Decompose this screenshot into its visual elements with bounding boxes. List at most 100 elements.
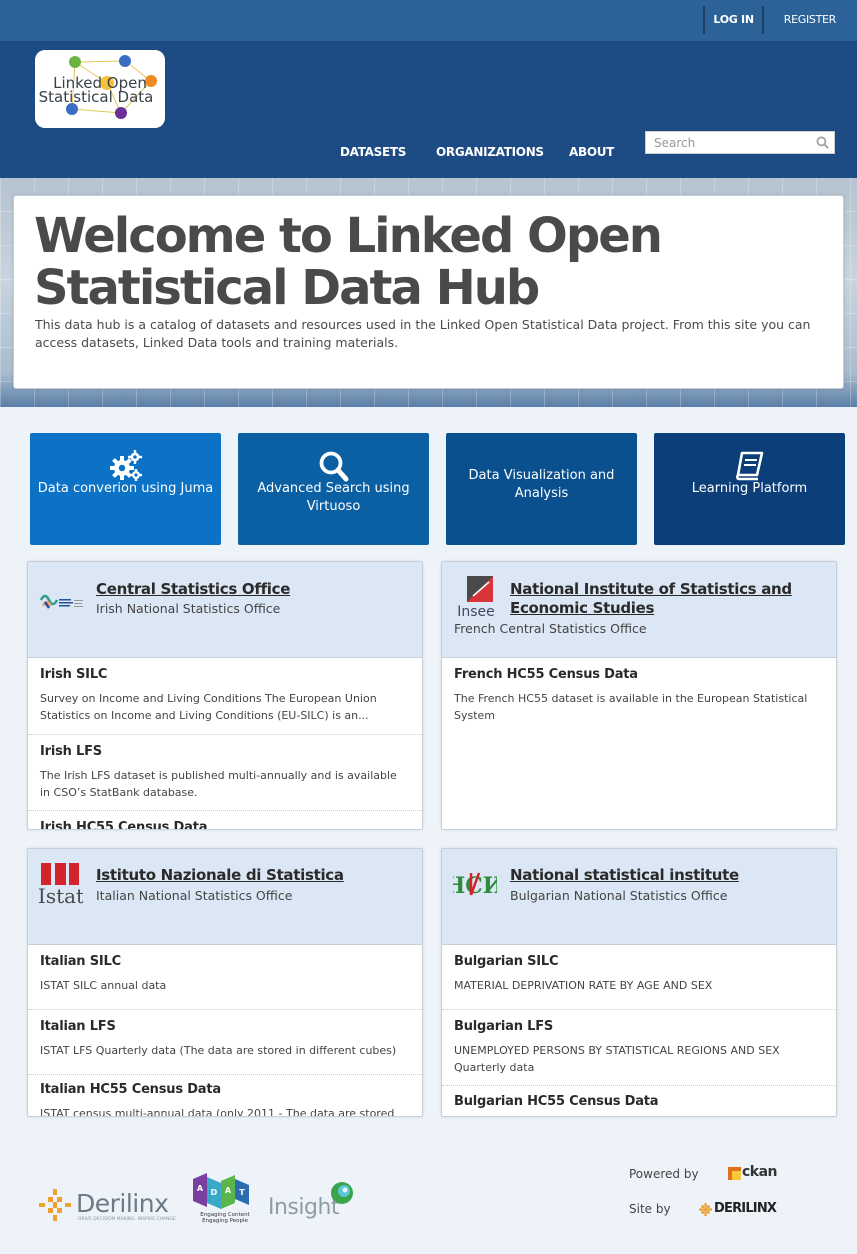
nsi-logo[interactable]: НСИ xyxy=(453,865,497,903)
register-link[interactable]: REGISTER xyxy=(764,6,857,34)
hero: Welcome to Linked Open Statistical Data … xyxy=(0,178,857,407)
istat-logo[interactable]: Istat xyxy=(39,863,83,905)
nav-about[interactable]: ABOUT xyxy=(569,145,614,159)
svg-text:T: T xyxy=(239,1188,245,1197)
masthead: Linked Open Statistical Data DATASETS OR… xyxy=(0,41,857,178)
site-by-label: Site by xyxy=(629,1202,671,1216)
derilinx-small-icon xyxy=(699,1203,712,1216)
book-icon xyxy=(735,451,763,481)
dataset-title[interactable]: French HC55 Census Data xyxy=(454,667,638,682)
dataset-item: French HC55 Census Data The French HC55 … xyxy=(442,658,836,735)
adapt-tagline: Engaging Content Engaging People xyxy=(200,1212,250,1224)
footer: Derilinx DRIVE DECISION MAKING. INSPIRE … xyxy=(0,1143,857,1254)
nav-datasets[interactable]: DATASETS xyxy=(340,145,406,159)
dataset-title[interactable]: Italian LFS xyxy=(40,1019,116,1034)
org-description: Bulgarian National Statistics Office xyxy=(510,888,728,903)
nav-organizations[interactable]: ORGANIZATIONS xyxy=(436,145,544,159)
search-icon[interactable] xyxy=(816,136,829,149)
site-logo[interactable]: Linked Open Statistical Data xyxy=(35,50,165,128)
adapt-partner-logo[interactable]: A D A T Engaging Content Engaging People xyxy=(191,1173,253,1225)
org-card-cso: Central Statistics Office Irish National… xyxy=(27,561,423,830)
dataset-title[interactable]: Bulgarian SILC xyxy=(454,954,559,969)
ckan-icon xyxy=(728,1167,741,1180)
dataset-item: Bulgarian LFS UNEMPLOYED PERSONS BY STAT… xyxy=(442,1010,836,1086)
dataset-description: UNEMPLOYED PERSONS BY STATISTICAL REGION… xyxy=(454,1044,780,1074)
tile-data-visualization[interactable]: Data Visualization and Analysis xyxy=(446,433,637,545)
tile-advanced-search[interactable]: Advanced Search using Virtuoso xyxy=(238,433,429,545)
org-card-istat: Istat Istituto Nazionale di Statistica I… xyxy=(27,848,423,1117)
logo-text-line2: Statistical Data xyxy=(39,88,154,106)
org-card-header: НСИ National statistical institute Bulga… xyxy=(442,849,836,945)
powered-by-label: Powered by xyxy=(629,1167,699,1181)
login-link[interactable]: LOG IN xyxy=(703,6,764,34)
derilinx-name: Derilinx xyxy=(76,1189,169,1218)
tile-label: Advanced Search using Virtuoso xyxy=(257,481,410,514)
hero-text: This data hub is a catalog of datasets a… xyxy=(35,317,811,350)
dataset-item: Bulgarian SILC MATERIAL DEPRIVATION RATE… xyxy=(442,945,836,1010)
tile-label: Data converion using Juma xyxy=(37,481,214,496)
dataset-title[interactable]: Italian HC55 Census Data xyxy=(40,1082,221,1097)
org-name[interactable]: National statistical institute xyxy=(510,866,826,885)
dataset-item: Italian LFS ISTAT LFS Quarterly data (Th… xyxy=(28,1010,422,1075)
dataset-item: Irish LFS The Irish LFS dataset is publi… xyxy=(28,735,422,811)
svg-text:A: A xyxy=(197,1184,204,1193)
derilinx-mark-icon xyxy=(39,1189,71,1221)
org-card-nsi: НСИ National statistical institute Bulga… xyxy=(441,848,837,1117)
org-name[interactable]: Central Statistics Office xyxy=(96,580,412,599)
dataset-description: The French HC55 dataset is available in … xyxy=(454,692,808,722)
tile-label: Data Visualization and Analysis xyxy=(468,468,615,501)
dataset-description: The Irish LFS dataset is published multi… xyxy=(40,769,397,799)
org-description: French Central Statistics Office xyxy=(454,621,647,636)
org-name[interactable]: Istituto Nazionale di Statistica xyxy=(96,866,412,885)
hero-box: Welcome to Linked Open Statistical Data … xyxy=(13,195,844,389)
org-description: Italian National Statistics Office xyxy=(96,888,293,903)
derilinx-partner-logo[interactable]: Derilinx DRIVE DECISION MAKING. INSPIRE … xyxy=(38,1188,178,1224)
org-description: Irish National Statistics Office xyxy=(96,601,281,616)
insight-name: Insight xyxy=(268,1195,340,1220)
dataset-title[interactable]: Irish LFS xyxy=(40,744,102,759)
svg-text:A: A xyxy=(225,1186,232,1195)
account-bar: LOG IN REGISTER xyxy=(0,0,857,41)
adapt-mark-icon: A D A T xyxy=(193,1173,249,1209)
hero-title: Welcome to Linked Open Statistical Data … xyxy=(34,208,663,316)
org-name[interactable]: National Institute of Statistics and Eco… xyxy=(510,580,826,618)
dataset-title[interactable]: Irish SILC xyxy=(40,667,107,682)
istat-logo-text: Istat xyxy=(39,884,83,905)
org-card-insee: Insee National Institute of Statistics a… xyxy=(441,561,837,830)
insight-partner-logo[interactable]: Insight xyxy=(268,1181,358,1223)
search-input[interactable] xyxy=(646,132,806,154)
tile-data-conversion[interactable]: Data converion using Juma xyxy=(30,433,221,545)
dataset-title[interactable]: Bulgarian LFS xyxy=(454,1019,553,1034)
ckan-name: ckan xyxy=(742,1164,778,1180)
org-card-header: Central Statistics Office Irish National… xyxy=(28,562,422,658)
search-icon xyxy=(319,451,348,482)
dataset-title[interactable]: Irish HC55 Census Data xyxy=(40,820,207,829)
dataset-item: Italian SILC ISTAT SILC annual data xyxy=(28,945,422,1010)
insight-mark-icon xyxy=(331,1182,353,1204)
dataset-item: Italian HC55 Census Data ISTAT census mu… xyxy=(28,1075,422,1117)
cso-logo[interactable] xyxy=(39,578,85,624)
dataset-title[interactable]: Bulgarian HC55 Census Data xyxy=(454,1094,659,1109)
org-card-header: Insee National Institute of Statistics a… xyxy=(442,562,836,658)
dataset-description: ISTAT census multi-annual data (only 201… xyxy=(40,1107,395,1117)
dataset-title[interactable]: Italian SILC xyxy=(40,954,121,969)
dataset-description: Survey on Income and Living Conditions T… xyxy=(40,692,377,722)
search-form xyxy=(645,131,835,154)
dataset-description: MATERIAL DEPRIVATION RATE BY AGE AND SEX xyxy=(454,979,713,992)
insee-logo-text: Insee xyxy=(457,604,495,620)
insee-logo[interactable]: Insee xyxy=(453,574,499,620)
site-logo-graphic: Linked Open Statistical Data xyxy=(39,55,157,119)
account-links: LOG IN REGISTER xyxy=(703,6,857,34)
tile-label: Learning Platform xyxy=(691,481,808,496)
dataset-item: Bulgarian HC55 Census Data xyxy=(442,1086,836,1116)
org-card-header: Istat Istituto Nazionale di Statistica I… xyxy=(28,849,422,945)
site-by-name: DERILINX xyxy=(714,1201,777,1216)
dataset-item: Irish SILC Survey on Income and Living C… xyxy=(28,658,422,735)
derilinx-tagline: DRIVE DECISION MAKING. INSPIRE CHANGE xyxy=(78,1217,176,1222)
dataset-description: ISTAT LFS Quarterly data (The data are s… xyxy=(40,1044,397,1057)
dataset-item: Irish HC55 Census Data xyxy=(28,811,422,829)
gears-icon xyxy=(109,450,142,481)
dataset-description: ISTAT SILC annual data xyxy=(40,979,167,992)
tile-learning-platform[interactable]: Learning Platform xyxy=(654,433,845,545)
svg-text:D: D xyxy=(211,1188,218,1197)
